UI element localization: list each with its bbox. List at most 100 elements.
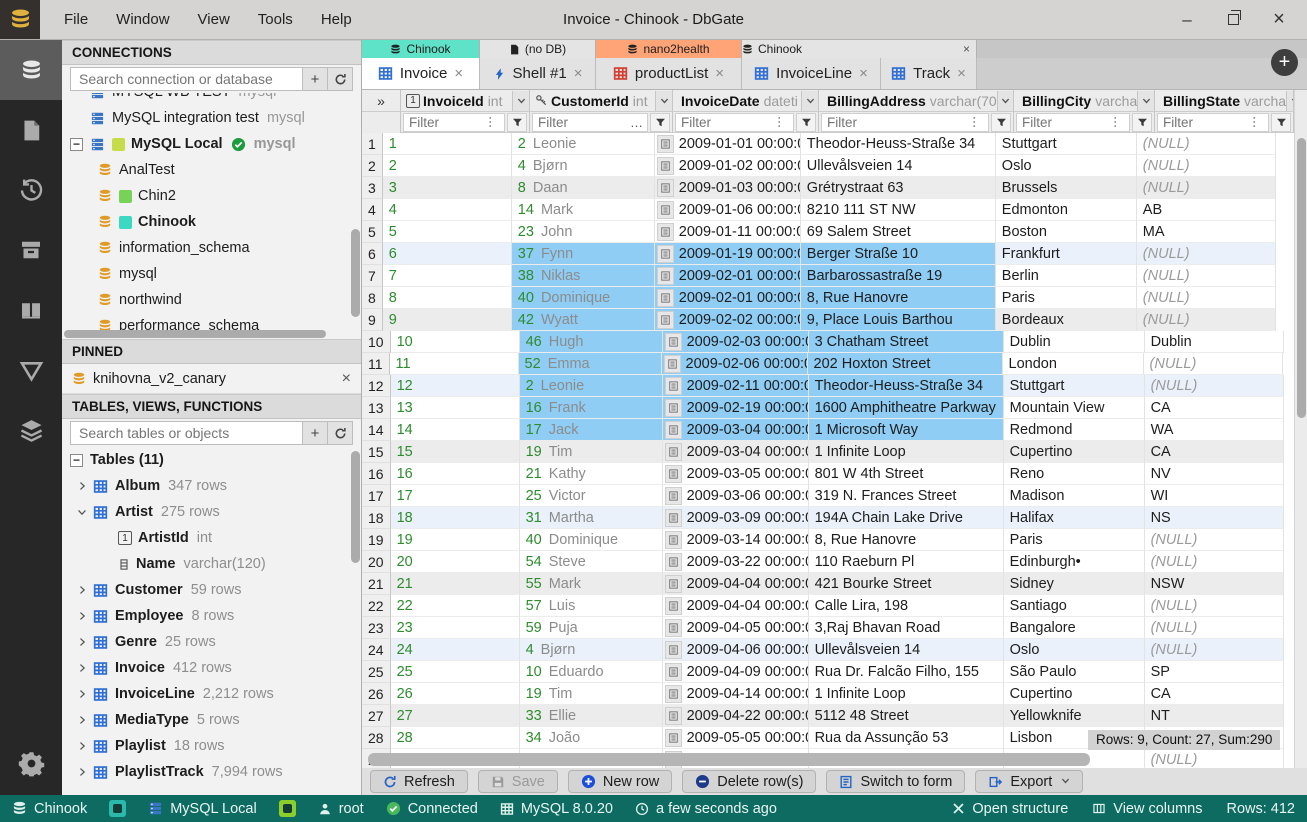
cell-invoiceid[interactable]: 22	[390, 595, 520, 617]
cell-billingcity[interactable]: Sidney	[1003, 573, 1145, 595]
cell-billingaddress[interactable]: Theodor-Heuss-Straße 34	[800, 133, 996, 155]
chevron-right-icon[interactable]	[74, 585, 90, 595]
table-row[interactable]: 14 14 17 Jack 2009-03-04 00:00:00 1 Microsoft…	[362, 419, 1307, 441]
table-row[interactable]: 22 22 57 Luis 2009-04-04 00:00:00 Calle Lira,…	[362, 595, 1307, 617]
cell-billingaddress[interactable]: 1 Infinite Loop	[808, 683, 1004, 705]
cell-billingcity[interactable]: Edmonton	[995, 199, 1137, 221]
table-row[interactable]: 15 15 19 Tim 2009-03-04 00:00:00 1 Infinite L…	[362, 441, 1307, 463]
table-row[interactable]: 25 25 10 Eduardo 2009-04-09 00:00:00 Rua Dr. …	[362, 661, 1307, 683]
status-connected[interactable]: Connected	[386, 801, 478, 817]
table-item-artist[interactable]: Artist 275 rows	[62, 499, 361, 525]
cell-billingaddress[interactable]: 1 Microsoft Way	[808, 419, 1004, 441]
column-item-artistid[interactable]: 1 ArtistId int	[62, 525, 361, 551]
tab-productlist[interactable]: productList ×	[596, 58, 742, 89]
cell-invoiceid[interactable]: 12	[390, 375, 520, 397]
cell-billingcity[interactable]: Dublin	[1003, 331, 1145, 353]
cell-billingstate[interactable]: (NULL)	[1144, 375, 1284, 397]
column-menu-button[interactable]	[512, 90, 529, 111]
cell-invoiceid[interactable]: 4	[382, 199, 512, 221]
cell-billingcity[interactable]: Oslo	[995, 155, 1137, 177]
table-item-playlisttrack[interactable]: PlaylistTrack 7,994 rows	[62, 759, 361, 785]
cell-billingstate[interactable]: SP	[1144, 661, 1284, 683]
cell-billingaddress[interactable]: 8, Rue Hanovre	[808, 529, 1004, 551]
cell-billingaddress[interactable]: 8, Rue Hanovre	[800, 287, 996, 309]
cell-invoicedate[interactable]: 2009-02-01 00:00:00	[654, 265, 801, 287]
table-row[interactable]: 18 18 31 Martha 2009-03-09 00:00:00 194A Chai…	[362, 507, 1307, 529]
cell-billingstate[interactable]: NV	[1144, 463, 1284, 485]
menu-item-window[interactable]: Window	[102, 11, 183, 28]
column-menu-button[interactable]	[655, 90, 672, 111]
table-row[interactable]: 10 10 46 Hugh 2009-02-03 00:00:00 3 Chatham S…	[362, 331, 1307, 353]
cell-customerid[interactable]: 40 Dominique	[511, 287, 655, 309]
cell-billingaddress[interactable]: Ullevålsveien 14	[808, 639, 1004, 661]
cell-invoiceid[interactable]: 7	[382, 265, 512, 287]
cell-billingstate[interactable]: (NULL)	[1143, 353, 1283, 375]
filter-more-button[interactable]: …	[776, 112, 791, 132]
cell-invoicedate[interactable]: 2009-04-09 00:00:00	[662, 661, 809, 683]
cell-customerid[interactable]: 34 João	[519, 727, 663, 749]
cell-billingstate[interactable]: NS	[1144, 507, 1284, 529]
cell-invoiceid[interactable]: 17	[390, 485, 520, 507]
filter-funnel-button[interactable]	[1271, 112, 1291, 132]
table-item-customer[interactable]: Customer 59 rows	[62, 577, 361, 603]
connections-search-input[interactable]	[70, 67, 303, 91]
table-item-invoiceline[interactable]: InvoiceLine 2,212 rows	[62, 681, 361, 707]
close-button[interactable]: ×	[1271, 8, 1287, 30]
cell-invoiceid[interactable]: 24	[390, 639, 520, 661]
cell-invoiceid[interactable]: 1	[382, 133, 512, 155]
nav-layers[interactable]	[0, 400, 62, 460]
cell-customerid[interactable]: 38 Niklas	[511, 265, 655, 287]
cell-billingcity[interactable]: Brussels	[995, 177, 1137, 199]
cell-customerid[interactable]: 16 Frank	[519, 397, 663, 419]
cell-billingaddress[interactable]: Ullevålsveien 14	[800, 155, 996, 177]
cell-customerid[interactable]: 33 Ellie	[519, 705, 663, 727]
table-row[interactable]: 7 7 38 Niklas 2009-02-01 00:00:00 Barbarossas…	[362, 265, 1307, 287]
cell-invoiceid[interactable]: 9	[382, 309, 512, 331]
cell-invoiceid[interactable]: 14	[390, 419, 520, 441]
nav-book[interactable]	[0, 280, 62, 340]
filter-input-customerid[interactable]	[533, 114, 627, 130]
cell-invoiceid[interactable]: 5	[382, 221, 512, 243]
cell-billingcity[interactable]: Cupertino	[1003, 683, 1145, 705]
cell-invoiceid[interactable]: 18	[390, 507, 520, 529]
column-header-billingstate[interactable]: BillingState varcha	[1155, 90, 1294, 111]
new-connection-button[interactable]: +	[1271, 49, 1298, 76]
cell-billingstate[interactable]: (NULL)	[1144, 595, 1284, 617]
cell-invoicedate[interactable]: 2009-02-06 00:00:00	[661, 353, 808, 375]
cell-billingcity[interactable]: Cupertino	[1003, 441, 1145, 463]
cell-billingaddress[interactable]: 421 Bourke Street	[808, 573, 1004, 595]
table-row[interactable]: 20 20 54 Steve 2009-03-22 00:00:00 110 Raebur…	[362, 551, 1307, 573]
cell-invoicedate[interactable]: 2009-04-22 00:00:00	[662, 705, 809, 727]
cell-customerid[interactable]: 37 Fynn	[511, 243, 655, 265]
status-rows-412[interactable]: Rows: 412	[1226, 801, 1295, 817]
cell-customerid[interactable]: 21 Kathy	[519, 463, 663, 485]
table-row[interactable]: 23 23 59 Puja 2009-04-05 00:00:00 3,Raj Bhava…	[362, 617, 1307, 639]
status-root[interactable]: root	[318, 801, 364, 817]
delete-row-s--button[interactable]: Delete row(s)	[682, 770, 817, 793]
cell-billingstate[interactable]: WI	[1144, 485, 1284, 507]
cell-invoiceid[interactable]: 2	[382, 155, 512, 177]
refresh-connections-button[interactable]	[328, 67, 353, 91]
export-button[interactable]: Export	[975, 770, 1084, 793]
tables-group[interactable]: − Tables (11)	[62, 447, 361, 473]
cell-billingstate[interactable]: CA	[1144, 441, 1284, 463]
cell-billingcity[interactable]: Mountain View	[1003, 397, 1145, 419]
chevron-right-icon[interactable]	[74, 663, 90, 673]
status-view-columns[interactable]: View columns	[1092, 801, 1202, 817]
cell-invoiceid[interactable]: 23	[390, 617, 520, 639]
nav-triangle-down[interactable]	[0, 340, 62, 400]
tables-search-input[interactable]	[70, 421, 303, 445]
chevron-right-icon[interactable]	[74, 689, 90, 699]
table-row[interactable]: 16 16 21 Kathy 2009-03-05 00:00:00 801 W 4th …	[362, 463, 1307, 485]
chevron-right-icon[interactable]	[74, 611, 90, 621]
cell-invoiceid[interactable]: 3	[382, 177, 512, 199]
cell-billingcity[interactable]: Boston	[995, 221, 1137, 243]
cell-customerid[interactable]: 54 Steve	[519, 551, 663, 573]
cell-billingaddress[interactable]: Grétrystraat 63	[800, 177, 996, 199]
cell-billingaddress[interactable]: Rua da Assunção 53	[808, 727, 1004, 749]
add-connection-button[interactable]: +	[303, 67, 328, 91]
cell-billingcity[interactable]: Paris	[995, 287, 1137, 309]
cell-customerid[interactable]: 40 Dominique	[519, 529, 663, 551]
status-chinook[interactable]: Chinook	[12, 801, 87, 817]
connection-item[interactable]: MySQL integration test mysql	[62, 105, 361, 131]
